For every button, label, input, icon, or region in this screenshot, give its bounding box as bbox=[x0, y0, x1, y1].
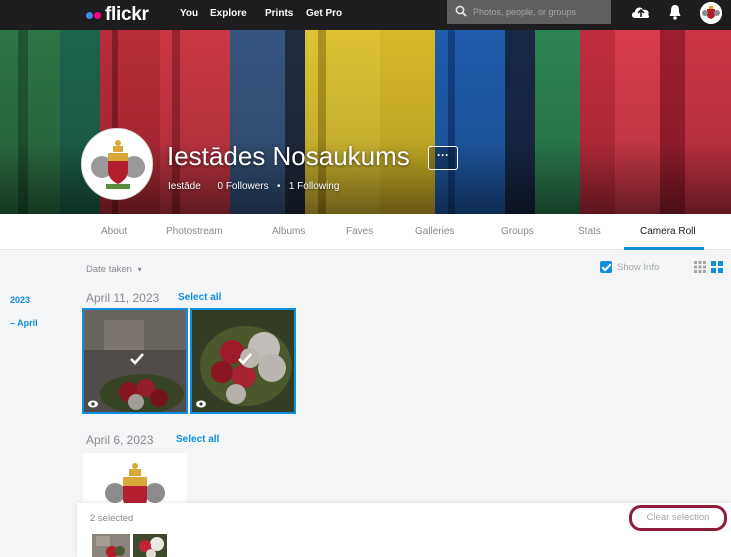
tab-camera-roll[interactable]: Camera Roll bbox=[640, 226, 696, 237]
large-grid-view-icon[interactable] bbox=[711, 261, 723, 273]
select-all-link[interactable]: Select all bbox=[176, 434, 219, 445]
search-box[interactable] bbox=[447, 0, 611, 24]
show-info-checkbox[interactable] bbox=[600, 261, 612, 273]
photo-thumbnail[interactable] bbox=[190, 308, 296, 414]
tab-photostream[interactable]: Photostream bbox=[166, 226, 223, 237]
group-date-heading: April 6, 2023 bbox=[86, 433, 154, 447]
more-options-button[interactable]: ··· bbox=[428, 146, 458, 170]
tab-albums[interactable]: Albums bbox=[272, 226, 305, 237]
profile-handle: Iestāde bbox=[168, 181, 201, 192]
selected-thumbnail[interactable] bbox=[92, 534, 130, 557]
sort-label: Date taken bbox=[86, 264, 132, 275]
sort-dropdown[interactable]: Date taken ▾ bbox=[86, 264, 142, 275]
nav-link-get-pro[interactable]: Get Pro bbox=[306, 8, 342, 19]
chevron-down-icon: ▾ bbox=[137, 265, 142, 274]
show-info-label: Show Info bbox=[617, 261, 660, 273]
flickr-logo[interactable]: flickr bbox=[86, 4, 149, 26]
top-navigation-bar: flickr You Explore Prints Get Pro bbox=[0, 0, 731, 30]
tab-faves[interactable]: Faves bbox=[346, 226, 373, 237]
logo-text: flickr bbox=[105, 4, 149, 25]
tab-stats[interactable]: Stats bbox=[578, 226, 601, 237]
meta-separator: • bbox=[276, 181, 281, 192]
timeline-month-april[interactable]: – April bbox=[10, 318, 38, 328]
selected-check-icon bbox=[238, 353, 252, 365]
selected-check-icon bbox=[130, 353, 144, 365]
coat-of-arms-icon bbox=[700, 2, 722, 24]
photo-image bbox=[92, 534, 130, 557]
profile-meta: Iestāde 0 Followers • 1 Following bbox=[168, 181, 339, 192]
selection-bar: 2 selected Clear selection bbox=[77, 503, 731, 557]
profile-tabs: About Photostream Albums Faves Galleries… bbox=[0, 214, 731, 250]
profile-name: Iestādes Nosaukums bbox=[167, 141, 410, 171]
search-input[interactable] bbox=[473, 4, 605, 20]
selected-count: 2 selected bbox=[90, 513, 134, 524]
tab-about[interactable]: About bbox=[101, 226, 127, 237]
coat-of-arms-icon bbox=[82, 129, 152, 199]
followers-link[interactable]: 0 Followers bbox=[217, 181, 268, 192]
logo-blue-dot bbox=[86, 11, 93, 19]
show-info-toggle[interactable]: Show Info bbox=[600, 261, 659, 273]
bell-icon[interactable] bbox=[668, 3, 682, 21]
profile-avatar[interactable] bbox=[81, 128, 153, 200]
search-icon bbox=[455, 5, 467, 17]
upload-cloud-icon[interactable] bbox=[630, 3, 652, 21]
nav-link-you[interactable]: You bbox=[180, 8, 198, 19]
cover-photo: Iestādes Nosaukums ··· Iestāde 0 Followe… bbox=[0, 30, 731, 214]
active-tab-indicator bbox=[624, 247, 704, 250]
photo-image bbox=[133, 534, 167, 557]
tab-groups[interactable]: Groups bbox=[501, 226, 534, 237]
group-date-heading: April 11, 2023 bbox=[86, 291, 160, 305]
nav-link-prints[interactable]: Prints bbox=[265, 8, 293, 19]
tab-galleries[interactable]: Galleries bbox=[415, 226, 454, 237]
eye-icon bbox=[88, 400, 98, 408]
eye-icon bbox=[196, 400, 206, 408]
select-all-link[interactable]: Select all bbox=[178, 292, 221, 303]
clear-selection-button[interactable]: Clear selection bbox=[629, 505, 727, 531]
selected-thumbnail[interactable] bbox=[133, 534, 167, 557]
following-link[interactable]: 1 Following bbox=[289, 181, 340, 192]
small-grid-view-icon[interactable] bbox=[694, 261, 706, 273]
user-avatar[interactable] bbox=[700, 2, 722, 24]
logo-pink-dot bbox=[94, 11, 101, 19]
nav-link-explore[interactable]: Explore bbox=[210, 8, 247, 19]
photo-thumbnail[interactable] bbox=[82, 308, 188, 414]
timeline-year-2023[interactable]: 2023 bbox=[10, 295, 30, 305]
